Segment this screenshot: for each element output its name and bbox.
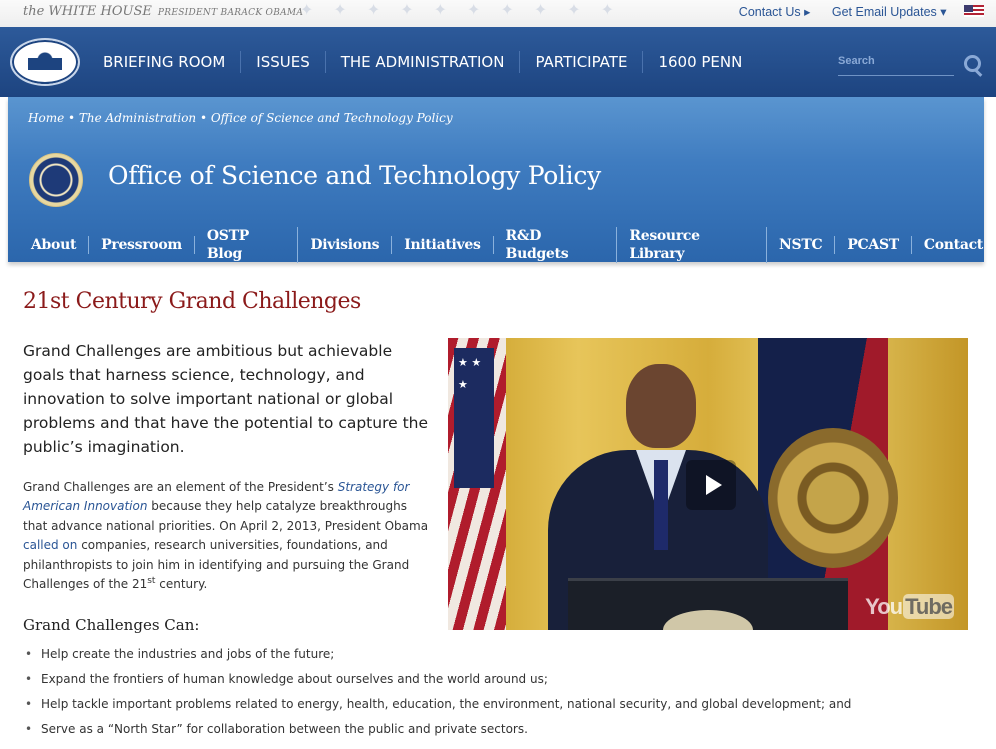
utility-links: Contact Us ▸ Get Email Updates ▾ xyxy=(721,4,984,19)
eagle-seal-image xyxy=(768,428,898,568)
stars-decoration: ✦✦✦✦✦✦✦✦✦✦ xyxy=(300,0,635,19)
para-text-1: Grand Challenges are an element of the P… xyxy=(23,480,338,494)
list-item: Serve as a “North Star” for collaboratio… xyxy=(23,717,983,742)
page-title: 21st Century Grand Challenges xyxy=(23,289,361,314)
subnav-pcast[interactable]: PCAST xyxy=(835,236,912,254)
contact-us-link[interactable]: Contact Us ▸ xyxy=(739,5,811,19)
office-header: Home • The Administration • Office of Sc… xyxy=(8,97,984,263)
main-navigation: BRIEFING ROOM ISSUES THE ADMINISTRATION … xyxy=(0,27,996,97)
search-field xyxy=(838,53,954,76)
subnav-contact[interactable]: Contact xyxy=(912,236,995,254)
subnav-resource-library[interactable]: Resource Library xyxy=(617,227,768,263)
white-house-logo[interactable]: the WHITE HOUSE PRESIDENT BARACK OBAMA xyxy=(23,4,303,19)
subnav-nstc[interactable]: NSTC xyxy=(767,236,836,254)
subnav-pressroom[interactable]: Pressroom xyxy=(89,236,195,254)
speaker-head xyxy=(626,364,696,448)
youtube-logo-tube: Tube xyxy=(903,594,954,619)
email-updates-link[interactable]: Get Email Updates ▾ xyxy=(832,5,947,19)
presidential-seal-icon xyxy=(29,153,83,207)
nav-issues[interactable]: ISSUES xyxy=(241,51,326,73)
subnav-about[interactable]: About xyxy=(19,236,90,254)
challenges-list: Help create the industries and jobs of t… xyxy=(23,642,983,742)
play-icon[interactable] xyxy=(686,460,736,510)
lead-paragraph: Grand Challenges are ambitious but achie… xyxy=(23,342,429,456)
breadcrumb[interactable]: Home • The Administration • Office of Sc… xyxy=(28,111,453,125)
us-flag-icon[interactable] xyxy=(964,5,984,17)
office-title[interactable]: Office of Science and Technology Policy xyxy=(108,161,601,190)
speaker-tie xyxy=(654,460,668,550)
utility-bar: ✦✦✦✦✦✦✦✦✦✦ the WHITE HOUSE PRESIDENT BARA… xyxy=(0,0,996,27)
para-text-4: century. xyxy=(155,577,208,592)
youtube-logo[interactable]: You Tube xyxy=(865,594,954,620)
called-on-link[interactable]: called on xyxy=(23,538,77,552)
american-flag-image xyxy=(448,338,506,630)
body-paragraph: Grand Challenges are an element of the P… xyxy=(23,478,433,594)
nav-the-administration[interactable]: THE ADMINISTRATION xyxy=(326,51,521,73)
list-item: Help tackle important problems related t… xyxy=(23,692,983,717)
list-item: Help create the industries and jobs of t… xyxy=(23,642,983,667)
brand-name: the WHITE HOUSE xyxy=(23,4,152,19)
white-house-seal-icon[interactable] xyxy=(10,38,80,86)
youtube-logo-you: You xyxy=(865,594,903,619)
brand-subtitle: PRESIDENT BARACK OBAMA xyxy=(157,8,304,18)
subnav-initiatives[interactable]: Initiatives xyxy=(392,236,494,254)
office-subnav: About Pressroom OSTP Blog Divisions Init… xyxy=(8,227,995,263)
subnav-ostp-blog[interactable]: OSTP Blog xyxy=(195,227,299,263)
para-text-3: companies, research universities, founda… xyxy=(23,538,410,592)
video-player[interactable]: YouTube xyxy=(448,338,968,630)
nav-1600-penn[interactable]: 1600 PENN xyxy=(643,51,757,73)
subnav-rd-budgets[interactable]: R&D Budgets xyxy=(494,227,618,263)
list-item: Expand the frontiers of human knowledge … xyxy=(23,667,983,692)
main-nav-items: BRIEFING ROOM ISSUES THE ADMINISTRATION … xyxy=(88,27,757,97)
subnav-divisions[interactable]: Divisions xyxy=(298,236,393,254)
list-heading: Grand Challenges Can: xyxy=(23,616,200,634)
search-icon[interactable] xyxy=(964,55,981,72)
search-input[interactable] xyxy=(838,53,948,69)
nav-briefing-room[interactable]: BRIEFING ROOM xyxy=(88,51,242,73)
nav-participate[interactable]: PARTICIPATE xyxy=(520,51,644,73)
